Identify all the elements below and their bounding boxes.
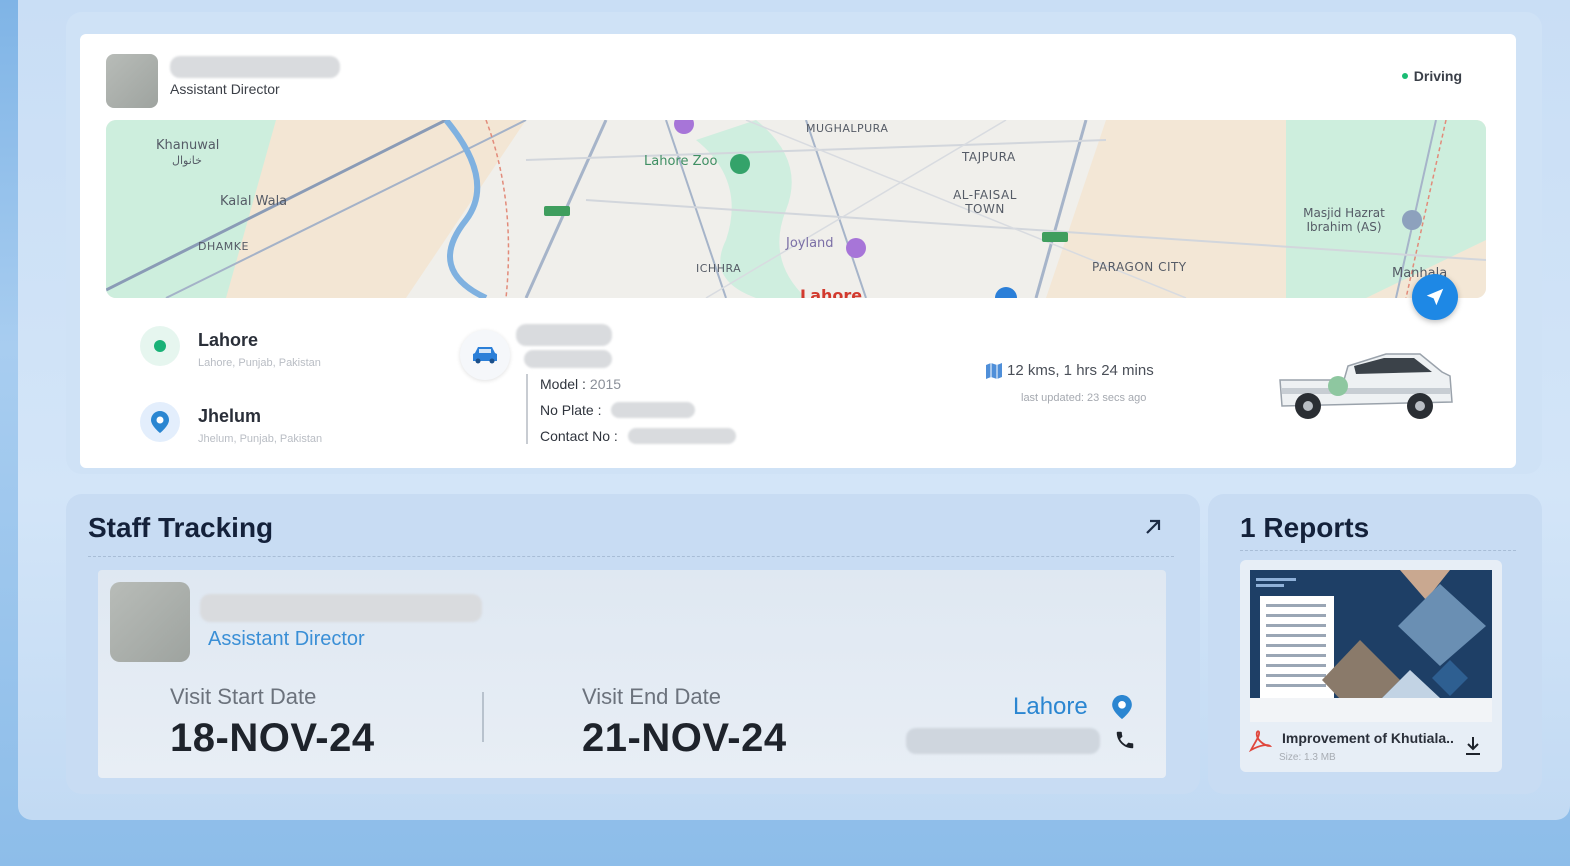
origin-name: Lahore [198, 330, 259, 350]
staff-phone-redacted [906, 728, 1100, 754]
visit-end-date: 21-NOV-24 [582, 716, 787, 760]
staff-divider [88, 556, 1174, 557]
expand-arrow-icon[interactable] [1142, 516, 1164, 538]
download-icon[interactable] [1464, 736, 1482, 756]
map-label-joyland: Joyland [786, 236, 834, 251]
map-canvas [106, 120, 1486, 298]
plate-row: No Plate : [540, 402, 696, 418]
status-dot-icon [1401, 73, 1408, 79]
contact-row: Contact No : [540, 428, 736, 444]
map-label-tajpura: TAJPURA [962, 150, 1016, 164]
visit-start-label: Visit Start Date [170, 684, 317, 709]
map-label-dhamke: DHAMKE [198, 240, 249, 253]
visit-end-label: Visit End Date [582, 684, 722, 709]
map-label-lahore-zoo: Lahore Zoo [644, 154, 718, 169]
reports-divider [1240, 550, 1516, 551]
location-pin-icon [1112, 695, 1132, 719]
staff-tracking-title: Staff Tracking [88, 512, 274, 543]
route-origin: Lahore Lahore, Punjab, Pakistan [140, 326, 321, 369]
map-label-paragon-city: PARAGON CITY [1092, 260, 1187, 274]
route-map[interactable]: Khanuwal خانوال Kalal Wala DHAMKE Lahore… [106, 120, 1486, 298]
status-text: Driving [1413, 68, 1462, 84]
detail-timeline [526, 374, 528, 444]
report-thumbnail[interactable] [1250, 570, 1492, 722]
visit-start-date: 18-NOV-24 [170, 716, 375, 760]
destination-sub: Jhelum, Punjab, Pakistan [198, 433, 323, 445]
map-label-khanuwal-urdu: خانوال [172, 154, 202, 167]
plate-label: No Plate : [540, 402, 602, 418]
report-name[interactable]: Improvement of Khutiala.. [1282, 730, 1454, 746]
model-label: Model : [540, 376, 586, 392]
navigation-arrow-icon [1426, 288, 1444, 306]
model-row: Model : 2015 [540, 376, 621, 392]
report-size: Size: 1.3 MB [1279, 752, 1336, 763]
trip-summary: 12 kms, 1 hrs 24 mins [985, 362, 1154, 379]
map-fold-icon [986, 362, 1002, 379]
contact-redacted [627, 428, 736, 444]
map-label-masjid: Masjid Hazrat Ibrahim (AS) [1303, 206, 1385, 234]
map-label-lahore: Lahore [800, 286, 863, 298]
staff-location: Lahore [1013, 693, 1088, 720]
contact-label: Contact No : [540, 428, 618, 444]
pdf-icon [1248, 730, 1272, 752]
plate-redacted [611, 402, 696, 418]
staff-name-redacted [200, 594, 482, 622]
destination-name: Jhelum [198, 406, 262, 426]
trip-summary-text: 12 kms, 1 hrs 24 mins [1007, 362, 1154, 379]
navigation-button[interactable] [1412, 274, 1458, 320]
map-label-ichhra: ICHHRA [696, 262, 742, 275]
status-badge: Driving [1401, 68, 1462, 84]
phone-icon[interactable] [1114, 729, 1136, 751]
map-label-al-faisal-town: AL-FAISAL TOWN [953, 188, 1017, 216]
vehicle-name-redacted [516, 324, 612, 346]
driver-avatar [106, 54, 158, 108]
last-updated: last updated: 23 secs ago [1021, 392, 1147, 404]
driver-name-redacted [170, 56, 340, 78]
origin-sub: Lahore, Punjab, Pakistan [198, 357, 321, 369]
vehicle-card: Assistant Director Driving Khanuwal خانو… [80, 34, 1516, 468]
driver-role: Assistant Director [170, 81, 280, 97]
staff-avatar [110, 582, 190, 662]
pickup-truck-image [1279, 353, 1453, 419]
model-value: 2015 [589, 376, 622, 392]
route-destination: Jhelum Jhelum, Punjab, Pakistan [140, 402, 322, 445]
date-separator [482, 692, 484, 742]
map-label-khanuwal: Khanuwal [156, 138, 220, 153]
staff-role: Assistant Director [208, 628, 365, 650]
map-label-mughalpura: MUGHALPURA [806, 122, 889, 135]
vehicle-sub-redacted [524, 350, 612, 368]
reports-title: 1 Reports [1240, 512, 1370, 543]
origin-dot-icon [140, 326, 180, 366]
car-icon [460, 330, 510, 380]
map-label-kalal-wala: Kalal Wala [220, 194, 288, 209]
destination-pin-icon [140, 402, 180, 442]
